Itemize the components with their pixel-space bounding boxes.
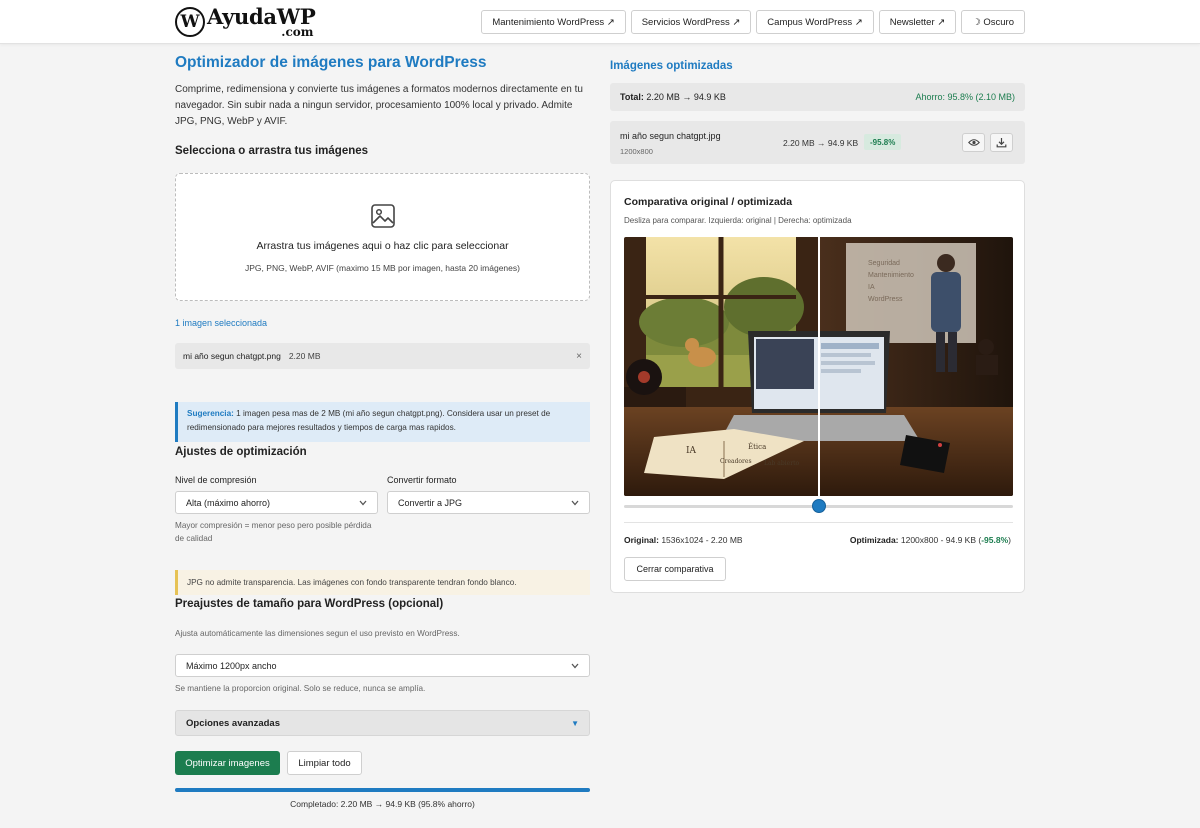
nav-servicios-button[interactable]: Servicios WordPress ↗ bbox=[630, 10, 752, 34]
format-label: Convertir formato bbox=[387, 475, 457, 485]
original-label: Original: bbox=[624, 535, 659, 545]
format-select[interactable]: Convertir a JPG bbox=[387, 491, 590, 514]
remove-file-icon[interactable]: × bbox=[576, 351, 582, 362]
compression-value: Alta (máximo ahorro) bbox=[186, 497, 271, 508]
total-row: Total: 2.20 MB → 94.9 KB Ahorro: 95.8% (… bbox=[610, 83, 1025, 111]
screen-line-3: IA bbox=[868, 284, 875, 291]
close-comparison-button[interactable]: Cerrar comparativa bbox=[624, 557, 726, 581]
site-logo[interactable]: W AyudaWP .com bbox=[175, 4, 316, 39]
progress-bar bbox=[175, 788, 590, 792]
presets-description: Ajusta automáticamente las dimensiones s… bbox=[175, 629, 460, 638]
suggestion-label: Sugerencia: bbox=[187, 409, 234, 418]
optimized-label: Optimizada: bbox=[849, 535, 899, 545]
book-word-1: IA bbox=[686, 446, 697, 456]
optimized-close: ) bbox=[1008, 535, 1011, 545]
top-bar: W AyudaWP .com Mantenimiento WordPress ↗… bbox=[0, 0, 1200, 44]
comparison-subtitle: Desliza para comparar. Izquierda: origin… bbox=[624, 216, 852, 225]
total-savings: Ahorro: 95.8% (2.10 MB) bbox=[915, 92, 1015, 102]
triangle-down-icon: ▼ bbox=[571, 718, 579, 728]
suggestion-text: 1 imagen pesa mas de 2 MB (mi año segun … bbox=[187, 409, 551, 432]
advanced-options-label: Opciones avanzadas bbox=[186, 717, 280, 729]
book-word-2: Ética bbox=[748, 442, 766, 451]
nav-newsletter-button[interactable]: Newsletter ↗ bbox=[878, 10, 957, 34]
original-info: Original: 1536x1024 - 2.20 MB bbox=[624, 535, 743, 545]
total-value: 2.20 MB → 94.9 KB bbox=[643, 92, 726, 102]
compression-select[interactable]: Alta (máximo ahorro) bbox=[175, 491, 378, 514]
screen-line-1: Seguridad bbox=[868, 260, 900, 267]
compression-label: Nivel de compresión bbox=[175, 475, 257, 485]
page-title: Optimizador de imágenes para WordPress bbox=[175, 54, 487, 71]
progress-fill bbox=[175, 788, 590, 792]
settings-heading: Ajustes de optimización bbox=[175, 446, 307, 458]
dark-mode-toggle[interactable]: ☽ Oscuro bbox=[961, 10, 1025, 34]
transparency-warning: JPG no admite transparencia. Las imágene… bbox=[175, 570, 590, 595]
logo-suffix: .com bbox=[281, 25, 314, 39]
intro-text: Comprime, redimensiona y convierte tus i… bbox=[175, 84, 583, 127]
select-heading: Selecciona o arrastra tus imágenes bbox=[175, 145, 369, 157]
compression-help: Mayor compresión = menor peso pero posib… bbox=[175, 521, 372, 543]
preview-button[interactable] bbox=[962, 133, 985, 152]
chevron-down-icon bbox=[359, 500, 367, 505]
dropzone-hint: JPG, PNG, WebP, AVIF (maximo 15 MB por i… bbox=[245, 263, 520, 273]
dropzone-text: Arrastra tus imágenes aqui o haz clic pa… bbox=[256, 240, 509, 252]
selected-count: 1 imagen seleccionada bbox=[175, 318, 268, 328]
optimize-button[interactable]: Optimizar imagenes bbox=[175, 751, 280, 775]
format-value: Convertir a JPG bbox=[398, 497, 463, 508]
logo-text: AyudaWP bbox=[207, 4, 316, 29]
selected-file-row: mi año segun chatgpt.png 2.20 MB × bbox=[175, 343, 590, 369]
selected-file-size: 2.20 MB bbox=[288, 351, 321, 361]
eye-icon bbox=[967, 139, 980, 146]
divider bbox=[624, 522, 1013, 523]
book-word-3: Creadores bbox=[720, 458, 752, 465]
progress-status: Completado: 2.20 MB → 94.9 KB (95.8% aho… bbox=[290, 799, 475, 809]
comparison-image[interactable]: Seguridad Mantenimiento IA WordPress IA … bbox=[624, 237, 1013, 496]
book-word-4: Lab abierto bbox=[764, 460, 799, 467]
size-preset-select[interactable]: Máximo 1200px ancho bbox=[175, 654, 590, 677]
selected-file-name: mi año segun chatgpt.png bbox=[183, 351, 281, 361]
comparison-slider-handle[interactable] bbox=[811, 499, 826, 513]
comparison-title: Comparativa original / optimizada bbox=[624, 196, 793, 208]
chevron-down-icon bbox=[571, 663, 579, 668]
result-item: mi año segun chatgpt.jpg 1200x800 2.20 M… bbox=[610, 121, 1025, 164]
size-preset-value: Máximo 1200px ancho bbox=[186, 660, 277, 671]
screen-line-4: WordPress bbox=[868, 296, 903, 303]
image-icon bbox=[371, 204, 395, 228]
optimized-info: Optimizada: 1200x800 - 94.9 KB (-95.8%) bbox=[850, 535, 1011, 545]
chevron-down-icon bbox=[571, 500, 579, 505]
download-button[interactable] bbox=[990, 133, 1013, 152]
presets-help: Se mantiene la proporcion original. Solo… bbox=[175, 684, 426, 693]
presets-heading: Preajustes de tamaño para WordPress (opc… bbox=[175, 598, 444, 610]
comparison-card: Comparativa original / optimizada Desliz… bbox=[610, 180, 1025, 593]
result-dimensions: 1200x800 bbox=[620, 147, 653, 156]
clear-all-button[interactable]: Limpiar todo bbox=[287, 751, 362, 775]
optimized-value: 1200x800 - 94.9 KB ( bbox=[898, 535, 982, 545]
suggestion-box: Sugerencia: 1 imagen pesa mas de 2 MB (m… bbox=[175, 402, 590, 442]
nav-mantenimiento-button[interactable]: Mantenimiento WordPress ↗ bbox=[481, 10, 626, 34]
nav-campus-button[interactable]: Campus WordPress ↗ bbox=[756, 10, 874, 34]
wordpress-logo-icon: W bbox=[175, 7, 205, 37]
advanced-options-toggle[interactable]: Opciones avanzadas ▼ bbox=[175, 710, 590, 736]
optimized-percent: -95.8% bbox=[981, 535, 1009, 545]
results-heading: Imágenes optimizadas bbox=[610, 60, 733, 72]
original-value: 1536x1024 - 2.20 MB bbox=[658, 535, 743, 545]
dropzone[interactable]: Arrastra tus imágenes aqui o haz clic pa… bbox=[175, 173, 590, 301]
result-size: 2.20 MB → 94.9 KB bbox=[783, 138, 859, 148]
download-icon bbox=[996, 138, 1007, 148]
total-label: Total: bbox=[620, 92, 644, 102]
savings-badge: -95.8% bbox=[864, 134, 902, 150]
result-file-name: mi año segun chatgpt.jpg bbox=[620, 131, 721, 141]
screen-line-2: Mantenimiento bbox=[868, 272, 914, 279]
top-nav: Mantenimiento WordPress ↗ Servicios Word… bbox=[481, 10, 1025, 34]
